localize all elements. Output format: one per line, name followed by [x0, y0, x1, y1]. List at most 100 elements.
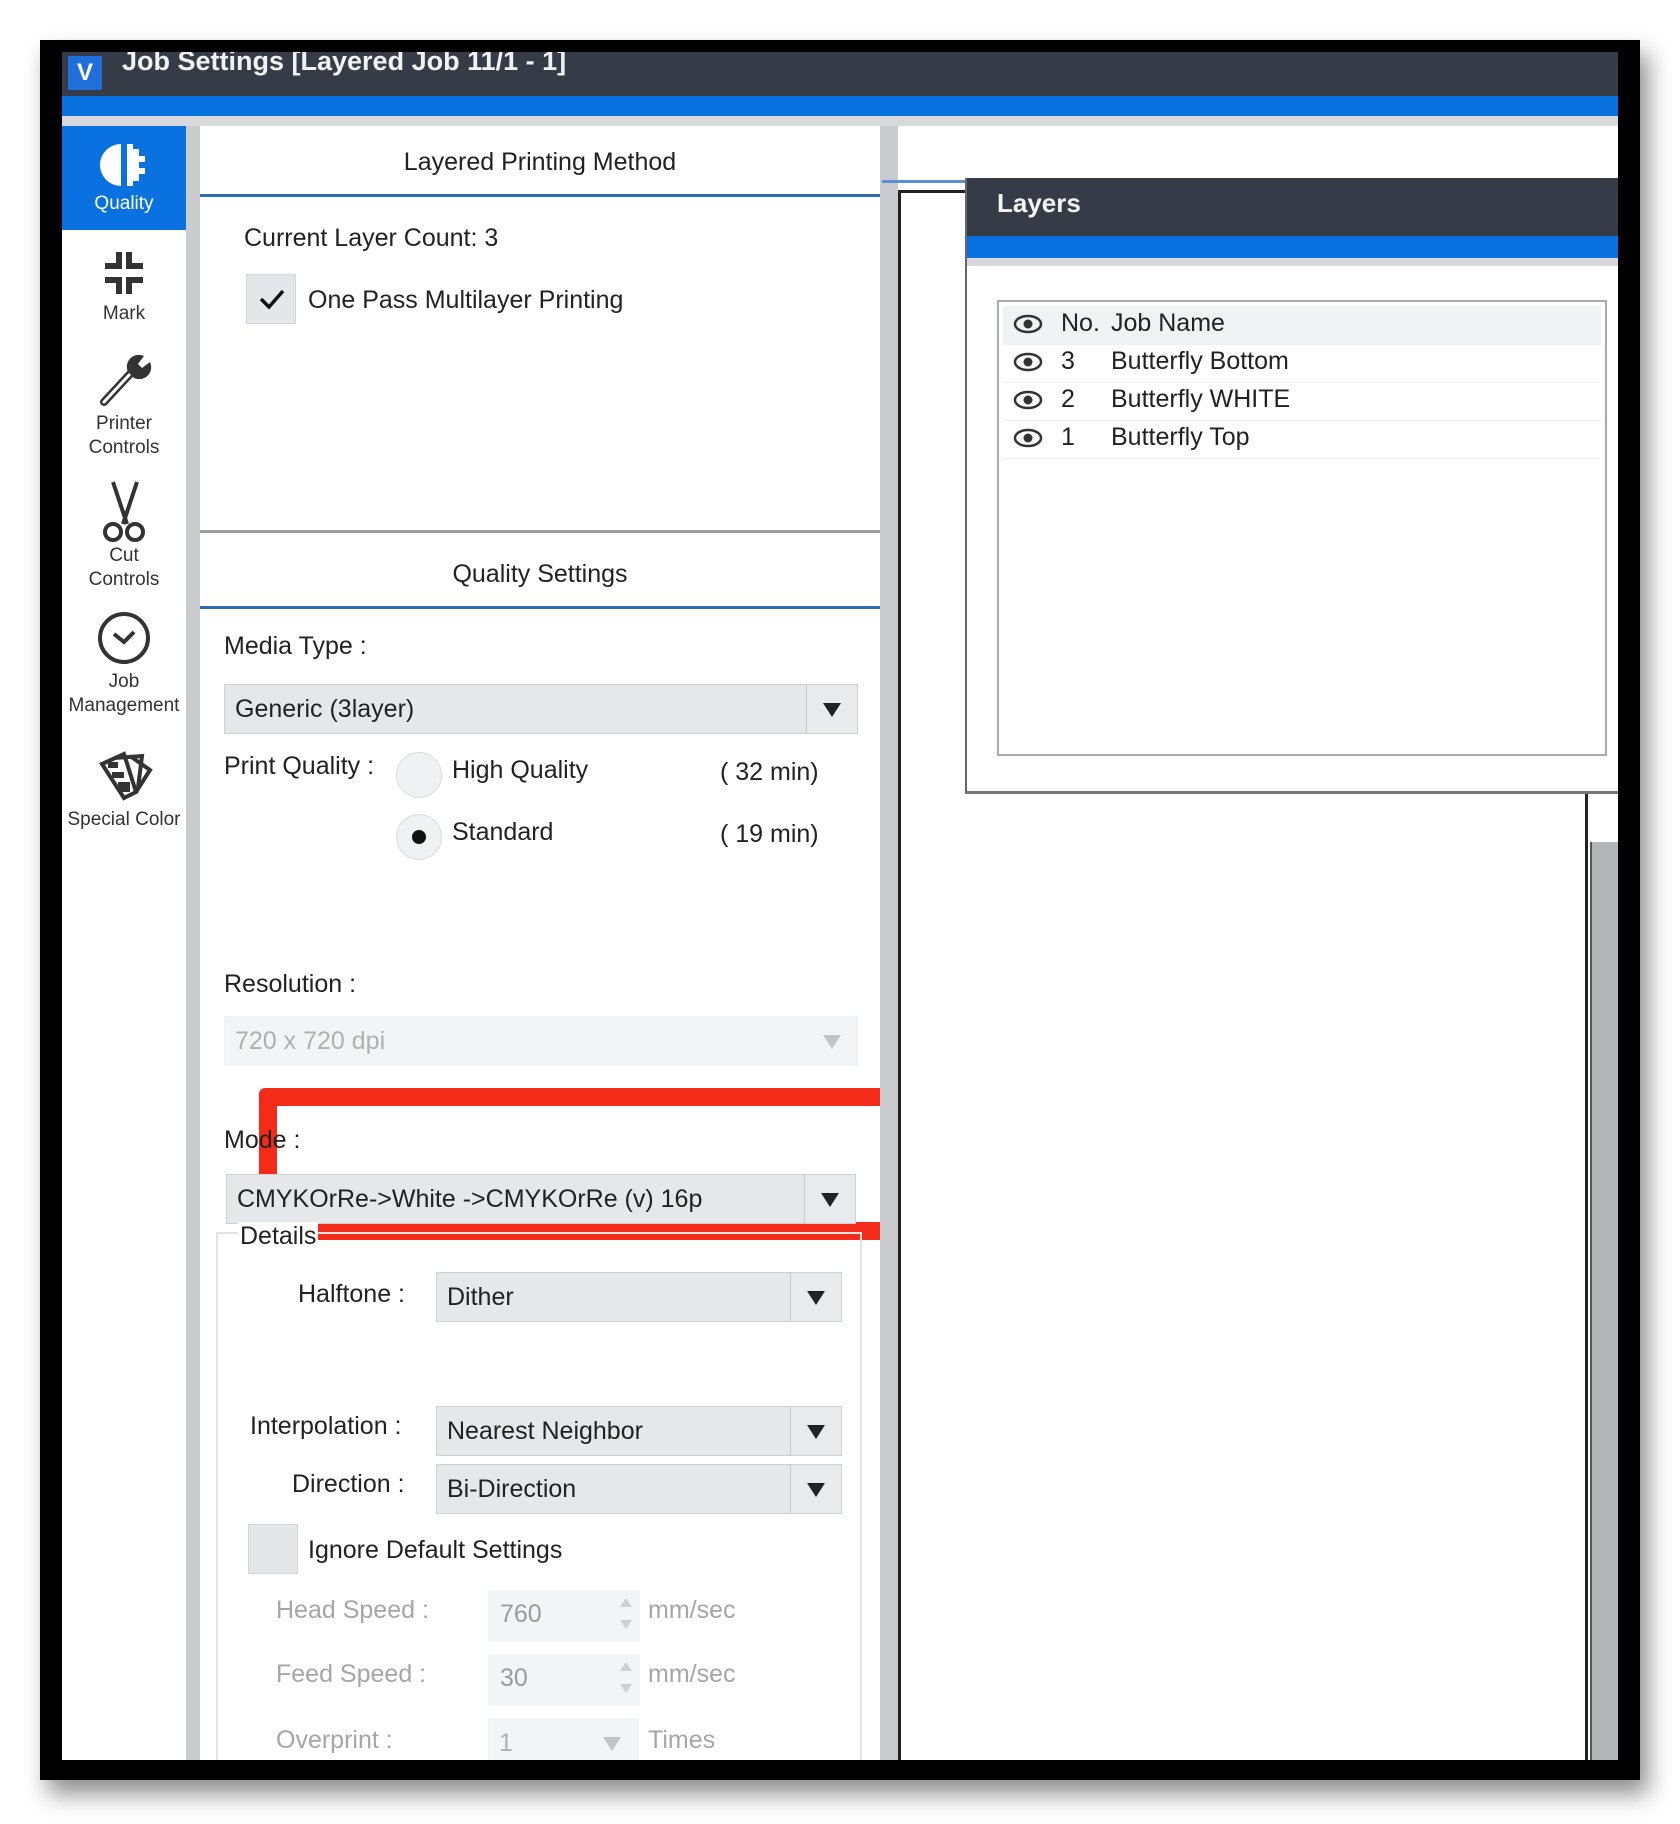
direction-label: Direction : — [292, 1470, 405, 1498]
sidebar: Quality Mark Printer Controls Cut Contro… — [62, 126, 186, 1760]
interpolation-select[interactable]: Nearest Neighbor — [436, 1406, 842, 1456]
overprint-unit: Times — [648, 1726, 716, 1754]
section-underline — [200, 606, 880, 609]
sidebar-divider — [186, 126, 200, 1760]
layer-job-name: Butterfly Top — [1111, 423, 1250, 451]
settings-panel: Layered Printing Method Current Layer Co… — [200, 126, 945, 1760]
sidebar-item-quality[interactable]: Quality — [62, 126, 186, 230]
direction-value: Bi-Direction — [447, 1475, 577, 1503]
ignore-defaults-checkbox[interactable] — [248, 1524, 298, 1574]
layers-table-header: No. Job Name — [1003, 306, 1601, 345]
chevron-down-icon — [587, 1719, 637, 1760]
column-header-no[interactable]: No. — [1061, 309, 1100, 338]
media-type-select[interactable]: Generic (3layer) — [224, 684, 858, 734]
eye-icon[interactable] — [1013, 350, 1043, 374]
interpolation-value: Nearest Neighbor — [447, 1417, 643, 1445]
chevron-down-icon — [807, 1017, 857, 1065]
mode-label: Mode : — [224, 1126, 301, 1154]
layers-panel: Layers No. Job Name 3 Butterfly Bottom 2… — [965, 178, 1618, 794]
head-speed-label: Head Speed : — [276, 1596, 429, 1624]
spin-down-icon — [620, 1620, 632, 1629]
toolbar-separator — [62, 116, 1618, 126]
overprint-select: 1 — [488, 1718, 638, 1760]
layers-title: Layers — [997, 188, 1081, 218]
sidebar-item-label: Job Management — [68, 671, 180, 716]
head-speed-unit: mm/sec — [648, 1596, 736, 1624]
resolution-select: 720 x 720 dpi — [224, 1016, 858, 1066]
high-quality-radio[interactable] — [396, 752, 442, 798]
sidebar-item-cut-controls[interactable]: Cut Controls — [62, 478, 186, 598]
layer-row[interactable]: 1 Butterfly Top — [1003, 420, 1601, 459]
sidebar-item-special-color[interactable]: Special Color — [62, 748, 186, 848]
spin-up-icon — [620, 1598, 632, 1607]
halftone-select[interactable]: Dither — [436, 1272, 842, 1322]
sidebar-item-mark[interactable]: Mark — [62, 248, 186, 338]
mode-value: CMYKOrRe->White ->CMYKOrRe (v) 16p — [237, 1185, 703, 1213]
sidebar-item-label: Cut Controls — [88, 545, 160, 590]
eye-icon[interactable] — [1013, 312, 1043, 336]
checkmark-icon — [259, 289, 285, 310]
standard-label[interactable]: Standard — [452, 818, 553, 847]
sidebar-item-printer-controls[interactable]: Printer Controls — [62, 350, 186, 470]
spin-down-icon — [620, 1684, 632, 1693]
vertical-scrollbar[interactable] — [1590, 842, 1618, 1760]
job-settings-window: V Job Settings [Layered Job 11/1 - 1] Qu… — [62, 52, 1618, 1760]
layered-method-heading: Layered Printing Method — [403, 148, 677, 176]
overprint-label: Overprint : — [276, 1726, 393, 1754]
ignore-defaults-label[interactable]: Ignore Default Settings — [308, 1536, 562, 1565]
feed-speed-value: 30 — [500, 1664, 528, 1692]
panel-divider — [880, 126, 898, 1760]
standard-radio[interactable] — [396, 814, 442, 860]
layers-accent-strip — [967, 236, 1618, 258]
layer-number: 2 — [1061, 385, 1075, 413]
window-title: Job Settings [Layered Job 11/1 - 1] — [122, 52, 567, 76]
layer-row[interactable]: 2 Butterfly WHITE — [1003, 382, 1601, 421]
layer-row[interactable]: 3 Butterfly Bottom — [1003, 344, 1601, 383]
quality-icon — [100, 144, 145, 186]
wrench-icon — [100, 354, 152, 406]
one-pass-checkbox[interactable] — [246, 274, 296, 324]
high-quality-time: ( 32 min) — [720, 758, 819, 786]
sidebar-item-label: Quality — [94, 193, 154, 214]
spin-up-icon — [620, 1662, 632, 1671]
chevron-down-icon[interactable] — [790, 1465, 841, 1513]
crop-marks-icon — [105, 252, 143, 294]
eye-icon[interactable] — [1013, 388, 1043, 412]
details-legend: Details — [238, 1222, 319, 1251]
halftone-label: Halftone : — [298, 1280, 406, 1308]
one-pass-label[interactable]: One Pass Multilayer Printing — [308, 286, 623, 315]
sidebar-item-job-management[interactable]: Job Management — [62, 610, 186, 730]
chevron-down-icon[interactable] — [790, 1273, 841, 1321]
feed-speed-spinner: 30 — [488, 1654, 640, 1706]
head-speed-value: 760 — [500, 1600, 542, 1628]
layer-number: 3 — [1061, 347, 1075, 375]
layer-job-name: Butterfly WHITE — [1111, 385, 1291, 413]
direction-select[interactable]: Bi-Direction — [436, 1464, 842, 1514]
print-quality-label: Print Quality : — [224, 752, 375, 780]
standard-time: ( 19 min) — [720, 820, 819, 848]
overprint-value: 1 — [499, 1729, 513, 1757]
resolution-label: Resolution : — [224, 970, 357, 998]
column-header-job-name[interactable]: Job Name — [1111, 309, 1225, 338]
sidebar-item-label: Printer Controls — [88, 413, 160, 458]
high-quality-label[interactable]: High Quality — [452, 756, 588, 785]
chevron-down-icon[interactable] — [806, 685, 857, 733]
eye-icon[interactable] — [1013, 426, 1043, 450]
sidebar-item-label: Mark — [102, 303, 146, 324]
layers-header: Layers — [967, 178, 1618, 236]
media-type-value: Generic (3layer) — [235, 695, 415, 723]
layer-count-label: Current Layer Count: 3 — [244, 224, 499, 252]
title-bar: V Job Settings [Layered Job 11/1 - 1] — [62, 52, 1618, 96]
layer-number: 1 — [1061, 423, 1075, 451]
app-logo-icon: V — [68, 56, 102, 90]
halftone-value: Dither — [447, 1283, 514, 1311]
head-speed-spinner: 760 — [488, 1590, 640, 1642]
layers-table: No. Job Name 3 Butterfly Bottom 2 Butter… — [997, 300, 1607, 756]
chevron-down-icon[interactable] — [804, 1175, 855, 1223]
layer-job-name: Butterfly Bottom — [1111, 347, 1289, 375]
feed-speed-label: Feed Speed : — [276, 1660, 427, 1688]
title-accent-strip — [62, 96, 1618, 116]
clock-icon — [98, 612, 150, 664]
mode-select[interactable]: CMYKOrRe->White ->CMYKOrRe (v) 16p — [226, 1174, 856, 1224]
chevron-down-icon[interactable] — [790, 1407, 841, 1455]
